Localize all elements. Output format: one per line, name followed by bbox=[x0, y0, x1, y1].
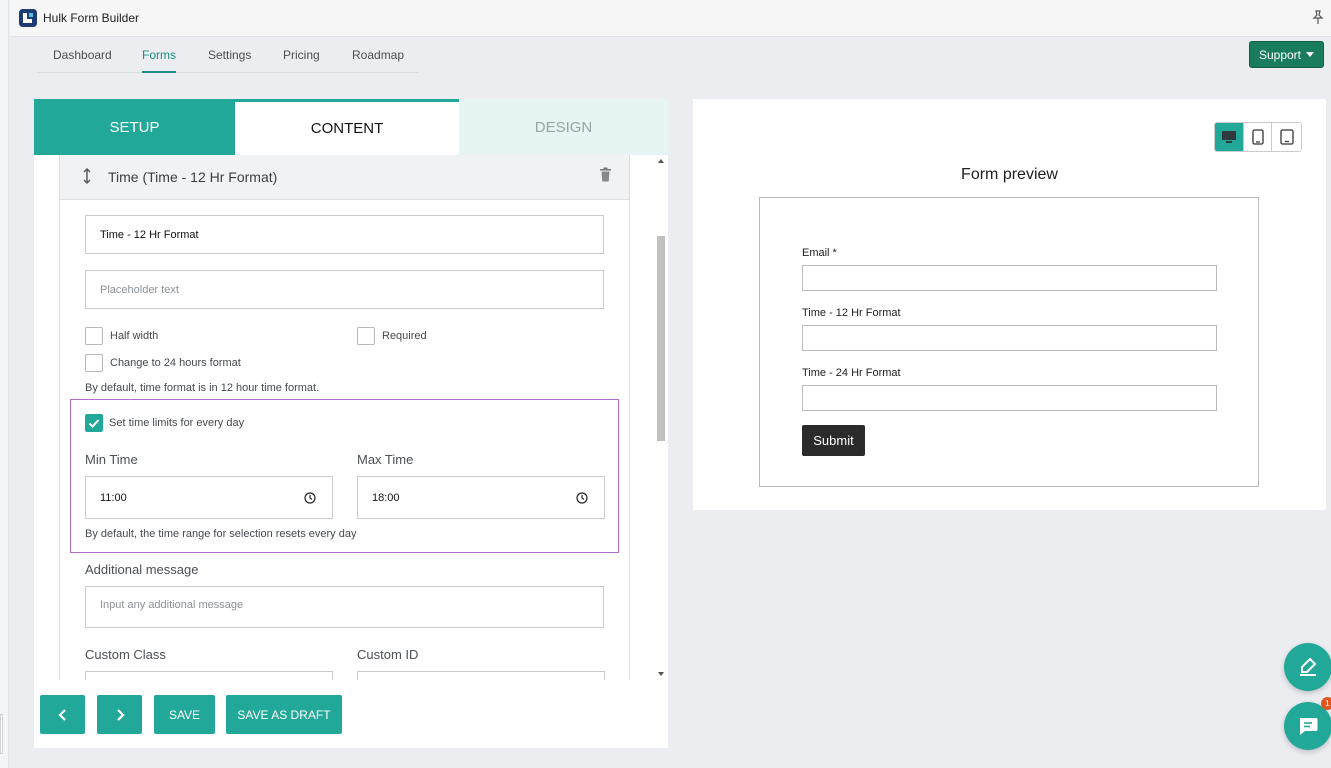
notification-badge: 1 bbox=[1321, 697, 1331, 710]
caret-down-icon bbox=[1306, 52, 1315, 57]
support-button[interactable]: Support bbox=[1249, 41, 1324, 68]
half-width-checkbox[interactable] bbox=[85, 327, 103, 345]
device-toggle bbox=[1214, 122, 1302, 152]
field-header[interactable]: Time (Time - 12 Hr Format) bbox=[60, 155, 629, 200]
editor-panel: SETUP CONTENT DESIGN Time (Time - 12 Hr … bbox=[34, 99, 668, 748]
pin-icon[interactable] bbox=[1311, 10, 1325, 26]
format-24h-label: Change to 24 hours format bbox=[110, 357, 241, 369]
preview-title: Form preview bbox=[961, 166, 1058, 183]
custom-id-input[interactable] bbox=[357, 671, 605, 680]
submit-button[interactable]: Submit bbox=[802, 425, 865, 456]
chat-fab[interactable]: 1 bbox=[1284, 697, 1331, 750]
min-time-value: 11:00 bbox=[100, 491, 127, 504]
max-time-label: Max Time bbox=[357, 452, 414, 467]
required-checkbox[interactable] bbox=[357, 327, 375, 345]
scrollbar-thumb[interactable] bbox=[657, 236, 665, 441]
min-time-input[interactable]: 11:00 bbox=[85, 476, 333, 519]
chat-icon bbox=[1297, 716, 1319, 736]
tab-design[interactable]: DESIGN bbox=[459, 99, 668, 155]
required-label: Required bbox=[382, 330, 427, 342]
email-field[interactable] bbox=[802, 265, 1217, 291]
chevron-right-icon bbox=[115, 708, 125, 721]
format-hint: By default, time format is in 12 hour ti… bbox=[85, 382, 320, 394]
additional-message-label: Additional message bbox=[85, 562, 199, 577]
custom-class-input[interactable] bbox=[85, 671, 333, 680]
support-label: Support bbox=[1258, 47, 1302, 62]
additional-message-textarea[interactable]: Input any additional message bbox=[85, 586, 604, 628]
trash-icon[interactable] bbox=[599, 167, 612, 182]
main-nav: Dashboard Forms Settings Pricing Roadmap bbox=[37, 37, 418, 73]
time-limits-label: Set time limits for every day bbox=[109, 417, 245, 429]
field-label-input[interactable]: Time - 12 Hr Format bbox=[85, 215, 604, 254]
tab-setup[interactable]: SETUP bbox=[34, 99, 235, 155]
clock-icon[interactable] bbox=[304, 492, 316, 504]
left-edge-strip bbox=[0, 0, 9, 768]
mobile-icon bbox=[1280, 129, 1294, 145]
max-time-input[interactable]: 18:00 bbox=[357, 476, 605, 519]
edge-tab[interactable] bbox=[0, 714, 3, 754]
time-24hr-field[interactable] bbox=[802, 385, 1217, 411]
app-bar: Hulk Form Builder bbox=[10, 0, 1331, 37]
mobile-view-button[interactable] bbox=[1272, 123, 1301, 151]
time-12hr-label: Time - 12 Hr Format bbox=[802, 307, 901, 319]
format-24h-checkbox[interactable] bbox=[85, 354, 103, 372]
previous-button[interactable] bbox=[40, 695, 85, 734]
time-24hr-label: Time - 24 Hr Format bbox=[802, 367, 901, 379]
save-as-draft-button[interactable]: SAVE AS DRAFT bbox=[226, 695, 342, 734]
save-button[interactable]: SAVE bbox=[154, 695, 215, 734]
scroll-down-arrow-icon[interactable] bbox=[658, 672, 664, 676]
desktop-view-button[interactable] bbox=[1215, 123, 1244, 151]
form-preview-frame: Email * Time - 12 Hr Format Time - 24 Hr… bbox=[759, 197, 1259, 487]
min-time-label: Min Time bbox=[85, 452, 138, 467]
vertical-scrollbar[interactable] bbox=[655, 155, 668, 680]
placeholder-input[interactable]: Placeholder text bbox=[85, 270, 604, 309]
time-range-hint: By default, the time range for selection… bbox=[85, 528, 357, 540]
custom-class-label: Custom Class bbox=[85, 647, 166, 662]
drag-handle-icon[interactable] bbox=[82, 168, 92, 184]
next-button[interactable] bbox=[97, 695, 142, 734]
app-title: Hulk Form Builder bbox=[43, 11, 140, 25]
email-label: Email * bbox=[802, 247, 837, 259]
pen-icon bbox=[1297, 656, 1319, 678]
field-header-title: Time (Time - 12 Hr Format) bbox=[108, 169, 278, 185]
nav-forms[interactable]: Forms bbox=[142, 48, 176, 73]
time-limits-section: Set time limits for every day Min Time M… bbox=[70, 399, 619, 553]
nav-settings[interactable]: Settings bbox=[208, 48, 251, 73]
custom-id-label: Custom ID bbox=[357, 647, 419, 662]
time-12hr-field[interactable] bbox=[802, 325, 1217, 351]
tablet-icon bbox=[1251, 129, 1264, 145]
clock-icon[interactable] bbox=[576, 492, 588, 504]
nav-roadmap[interactable]: Roadmap bbox=[352, 48, 404, 73]
hulk-logo-icon bbox=[19, 9, 37, 27]
tablet-view-button[interactable] bbox=[1243, 123, 1273, 151]
preview-panel: Form preview Email * Time - 12 Hr Format… bbox=[693, 99, 1326, 510]
field-settings-scroll: Time (Time - 12 Hr Format) Time - 12 Hr … bbox=[34, 155, 668, 680]
nav-dashboard[interactable]: Dashboard bbox=[53, 48, 112, 73]
half-width-label: Half width bbox=[110, 330, 159, 342]
chevron-left-icon bbox=[57, 708, 68, 721]
tab-content[interactable]: CONTENT bbox=[235, 99, 459, 155]
scroll-up-arrow-icon[interactable] bbox=[658, 159, 664, 163]
nav-pricing[interactable]: Pricing bbox=[283, 48, 320, 73]
time-limits-checkbox[interactable] bbox=[85, 414, 103, 432]
max-time-value: 18:00 bbox=[372, 491, 400, 504]
edit-fab[interactable] bbox=[1284, 643, 1331, 691]
desktop-icon bbox=[1221, 130, 1237, 144]
